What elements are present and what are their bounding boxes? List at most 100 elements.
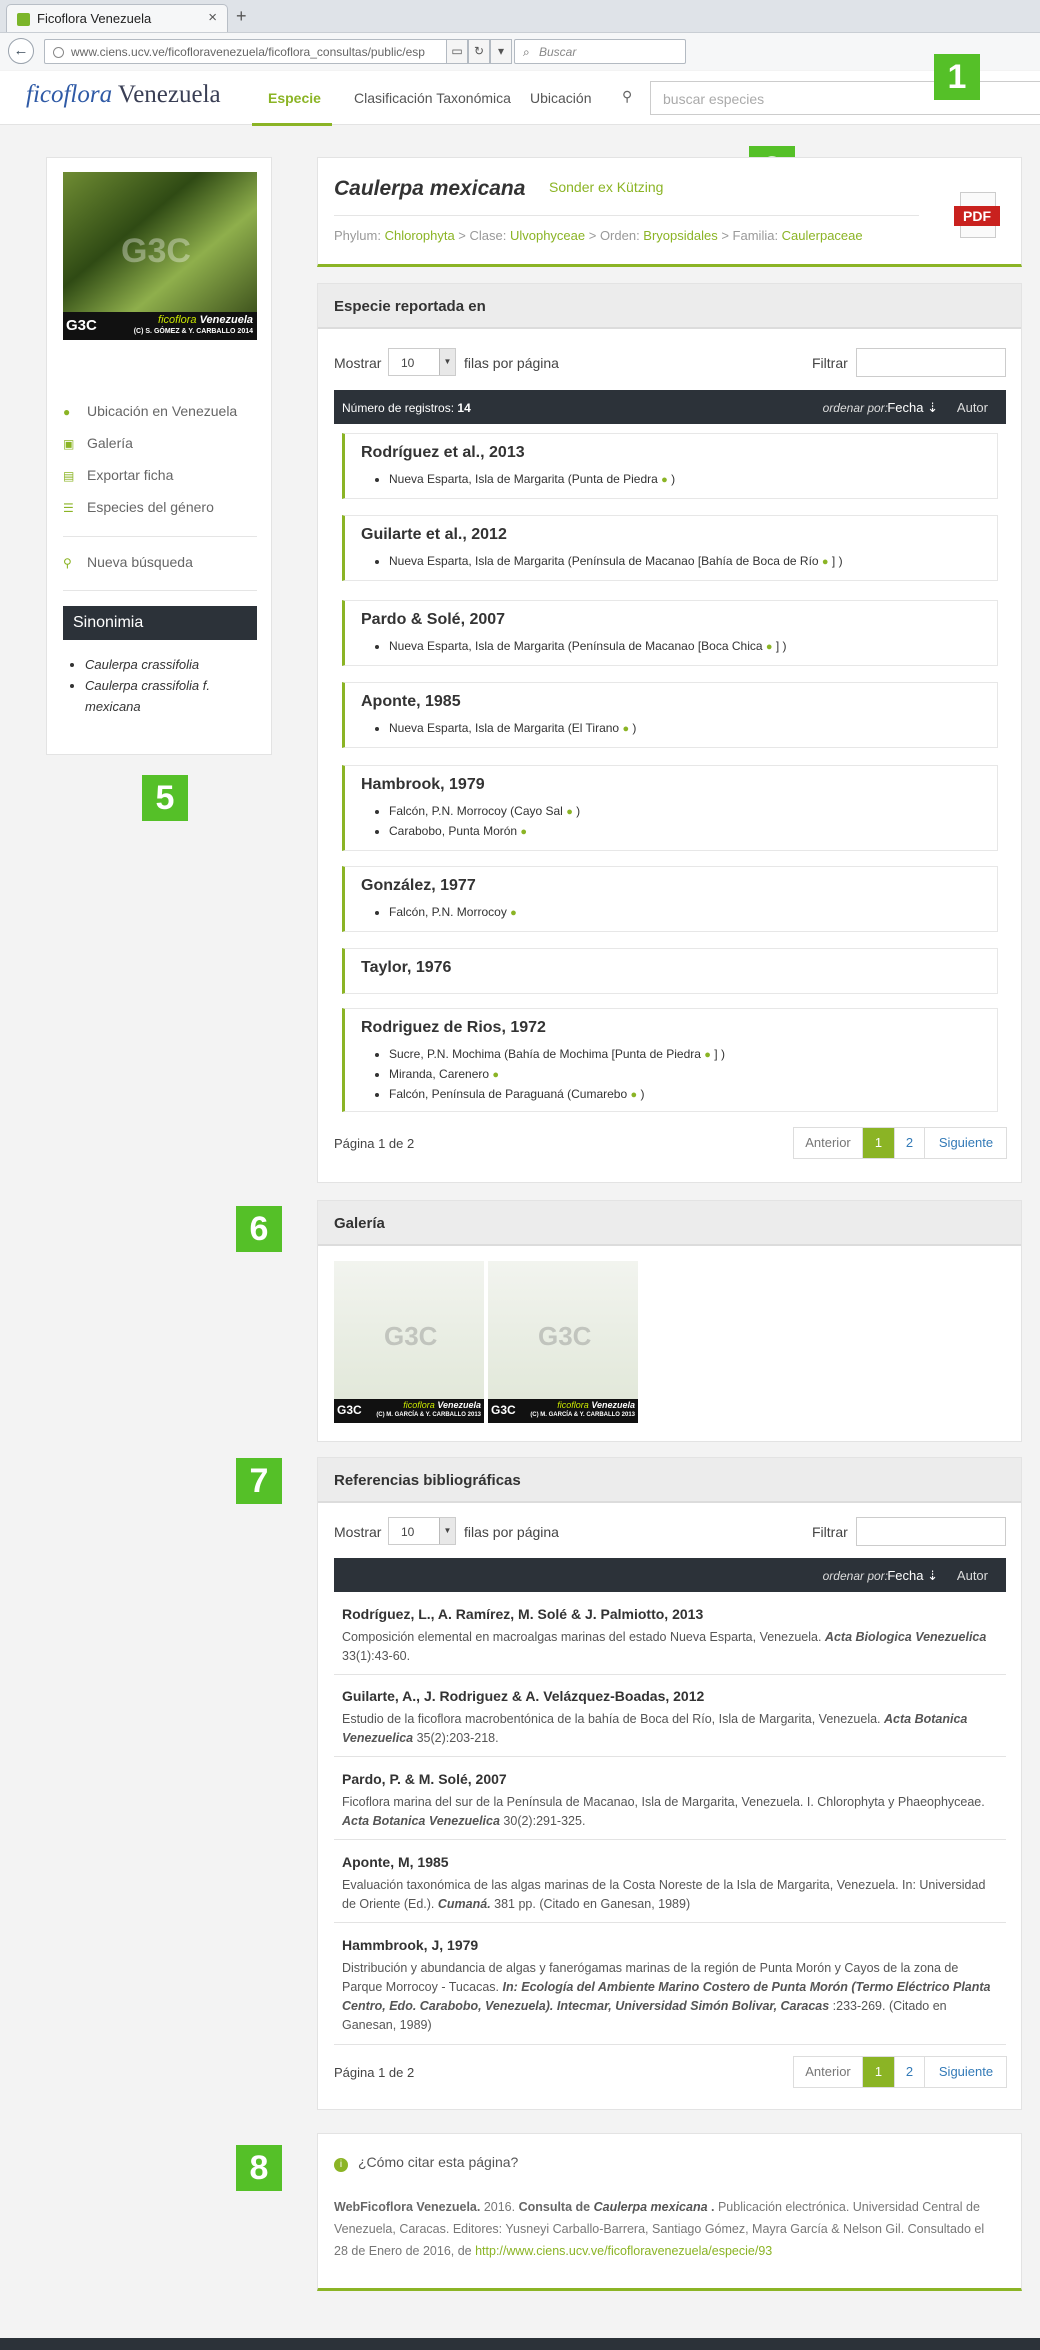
order-autor-button[interactable]: Autor bbox=[957, 1568, 988, 1583]
orden-link[interactable]: Bryopsidales bbox=[643, 228, 717, 243]
pagination-prev[interactable]: Anterior bbox=[794, 2057, 863, 2087]
mostrar-label: Mostrar bbox=[334, 355, 382, 371]
sidebar-item-exportar[interactable]: ▤ Exportar ficha bbox=[63, 467, 173, 483]
new-search-link[interactable]: ⚲ Nueva búsqueda bbox=[63, 554, 193, 570]
photo-brand: ficoflora Venezuela bbox=[158, 314, 253, 326]
pagination-page-2[interactable]: 2 bbox=[895, 1128, 925, 1158]
search-icon[interactable]: ⚲ bbox=[622, 88, 632, 105]
reload-icon[interactable]: ↻ bbox=[468, 39, 490, 64]
pagination-next[interactable]: Siguiente bbox=[925, 1128, 1007, 1158]
dropdown-icon[interactable]: ▾ bbox=[490, 39, 512, 64]
nav-ubicacion[interactable]: Ubicación bbox=[530, 90, 591, 106]
g3c-logo: G3C bbox=[337, 1403, 362, 1417]
nav-especie[interactable]: Especie bbox=[268, 90, 321, 106]
galeria-panel: Galería G3C G3C ficoflora Venezuela (C) … bbox=[317, 1200, 1022, 1442]
list-icon: ☰ bbox=[63, 501, 74, 515]
record-title[interactable]: Rodríguez et al., 2013 bbox=[361, 444, 525, 462]
sinonimia-heading: Sinonimia bbox=[63, 606, 257, 640]
map-pin-icon[interactable]: ● bbox=[622, 723, 629, 735]
new-tab-button[interactable]: + bbox=[236, 6, 247, 27]
reference-authors: Pardo, P. & M. Solé, 2007 bbox=[342, 1771, 507, 1787]
familia-link[interactable]: Caulerpaceae bbox=[782, 228, 863, 243]
orden-label: > Orden: bbox=[585, 228, 644, 243]
site-logo[interactable]: ficoflora Venezuela bbox=[26, 81, 221, 109]
reference-text: Distribución y abundancia de algas y fan… bbox=[342, 1959, 992, 2035]
record-title[interactable]: Pardo & Solé, 2007 bbox=[361, 611, 505, 629]
familia-label: > Familia: bbox=[717, 228, 782, 243]
reference-authors: Hammbrook, J, 1979 bbox=[342, 1937, 479, 1953]
reference-title: Composición elemental en macroalgas mari… bbox=[342, 1630, 825, 1644]
record-title[interactable]: Guilarte et al., 2012 bbox=[361, 526, 507, 544]
clase-link[interactable]: Ulvophyceae bbox=[510, 228, 585, 243]
order-fecha-label: Fecha bbox=[887, 1568, 924, 1583]
sidebar-divider bbox=[63, 590, 257, 591]
record-locations: Nueva Esparta, Isla de Margarita (El Tir… bbox=[389, 719, 969, 739]
chevron-down-icon: ▼ bbox=[439, 349, 455, 375]
g3c-logo: G3C bbox=[491, 1403, 516, 1417]
reader-view-icon[interactable]: ▭ bbox=[446, 39, 468, 64]
citation-question-text: ¿Cómo citar esta página? bbox=[358, 2154, 519, 2170]
map-pin-icon[interactable]: ● bbox=[492, 1069, 499, 1081]
pagination-page-2[interactable]: 2 bbox=[895, 2057, 925, 2087]
image-icon: ▣ bbox=[63, 437, 75, 451]
back-arrow-icon[interactable]: ← bbox=[8, 38, 34, 64]
map-pin-icon[interactable]: ● bbox=[766, 641, 773, 653]
record-title[interactable]: Hambrook, 1979 bbox=[361, 776, 485, 794]
phylum-link[interactable]: Chlorophyta bbox=[385, 228, 455, 243]
record-item: González, 1977 Falcón, P.N. Morrocoy ● bbox=[342, 866, 998, 932]
reference-authors: Guilarte, A., J. Rodriguez & A. Velázque… bbox=[342, 1688, 705, 1704]
record-title[interactable]: Aponte, 1985 bbox=[361, 693, 461, 711]
sidebar-item-especies-genero[interactable]: ☰ Especies del género bbox=[63, 499, 214, 515]
map-pin-icon[interactable]: ● bbox=[630, 1089, 637, 1101]
page-size-select[interactable]: 10 ▼ bbox=[388, 1517, 456, 1545]
pagination-page-1[interactable]: 1 bbox=[863, 2057, 895, 2087]
annotation-badge-1: 1 bbox=[934, 54, 980, 100]
pagination-prev[interactable]: Anterior bbox=[794, 1128, 863, 1158]
globe-icon bbox=[53, 47, 64, 58]
reference-item: Guilarte, A., J. Rodriguez & A. Velázque… bbox=[334, 1688, 1006, 1757]
map-pin-icon[interactable]: ● bbox=[822, 556, 829, 568]
info-icon: i bbox=[334, 2158, 348, 2172]
record-title[interactable]: Taylor, 1976 bbox=[361, 959, 451, 977]
map-pin-icon[interactable]: ● bbox=[661, 474, 668, 486]
pdf-file-icon: ▤ bbox=[63, 469, 75, 483]
pdf-icon[interactable]: PDF bbox=[954, 192, 1002, 240]
sidebar: G3C G3C ficoflora Venezuela (C) S. GÓMEZ… bbox=[46, 157, 272, 755]
browser-search-box[interactable]: ⌕ Buscar bbox=[514, 39, 686, 64]
sidebar-item-ubicacion[interactable]: ● Ubicación en Venezuela bbox=[63, 403, 237, 419]
page-size-select[interactable]: 10 ▼ bbox=[388, 348, 456, 376]
record-locations: Nueva Esparta, Isla de Margarita (Peníns… bbox=[389, 552, 969, 572]
filter-input[interactable] bbox=[856, 348, 1006, 377]
gallery-image[interactable]: G3C G3C ficoflora Venezuela (C) M. GARCÍ… bbox=[334, 1261, 484, 1423]
records-toolbar: Número de registros: 14 ordenar por: Fec… bbox=[334, 390, 1006, 424]
species-search-input[interactable]: buscar especies bbox=[650, 81, 1040, 115]
order-fecha-button[interactable]: Fecha ⇣ bbox=[887, 1568, 938, 1584]
image-caption-bar: G3C ficoflora Venezuela (C) M. GARCÍA & … bbox=[488, 1399, 638, 1423]
map-pin-icon[interactable]: ● bbox=[510, 907, 517, 919]
nav-clasificacion[interactable]: Clasificación Taxonómica bbox=[354, 90, 511, 106]
pagination-page-1[interactable]: 1 bbox=[863, 1128, 895, 1158]
sort-desc-icon: ⇣ bbox=[927, 1568, 938, 1583]
annotation-badge-5: 5 bbox=[142, 775, 188, 821]
citation-year: 2016. bbox=[480, 2200, 519, 2214]
gallery-image[interactable]: G3C G3C ficoflora Venezuela (C) M. GARCÍ… bbox=[488, 1261, 638, 1423]
species-photo[interactable]: G3C G3C ficoflora Venezuela (C) S. GÓMEZ… bbox=[63, 172, 257, 340]
address-bar[interactable]: www.ciens.ucv.ve/ficofloravenezuela/fico… bbox=[44, 39, 510, 64]
order-autor-button[interactable]: Autor bbox=[957, 400, 988, 415]
map-pin-icon[interactable]: ● bbox=[704, 1049, 711, 1061]
map-pin-icon[interactable]: ● bbox=[566, 806, 573, 818]
order-fecha-button[interactable]: Fecha ⇣ bbox=[887, 400, 938, 416]
referencias-panel: Referencias bibliográficas Mostrar 10 ▼ f… bbox=[317, 1457, 1022, 2110]
record-location: Falcón, Península de Paraguaná (Cumarebo… bbox=[389, 1085, 969, 1105]
record-title[interactable]: González, 1977 bbox=[361, 877, 476, 895]
map-pin-icon[interactable]: ● bbox=[520, 826, 527, 838]
sidebar-item-galeria[interactable]: ▣ Galería bbox=[63, 435, 133, 451]
citation-link[interactable]: http://www.ciens.ucv.ve/ficofloravenezue… bbox=[475, 2244, 772, 2258]
close-tab-icon[interactable]: × bbox=[208, 9, 217, 26]
record-title[interactable]: Rodriguez de Rios, 1972 bbox=[361, 1019, 546, 1037]
pagination-next[interactable]: Siguiente bbox=[925, 2057, 1007, 2087]
filter-input[interactable] bbox=[856, 1517, 1006, 1546]
reference-journal: Acta Botanica Venezuelica bbox=[342, 1814, 500, 1828]
browser-tab[interactable]: Ficoflora Venezuela × bbox=[6, 4, 228, 32]
record-locations: Nueva Esparta, Isla de Margarita (Punta … bbox=[389, 470, 969, 490]
